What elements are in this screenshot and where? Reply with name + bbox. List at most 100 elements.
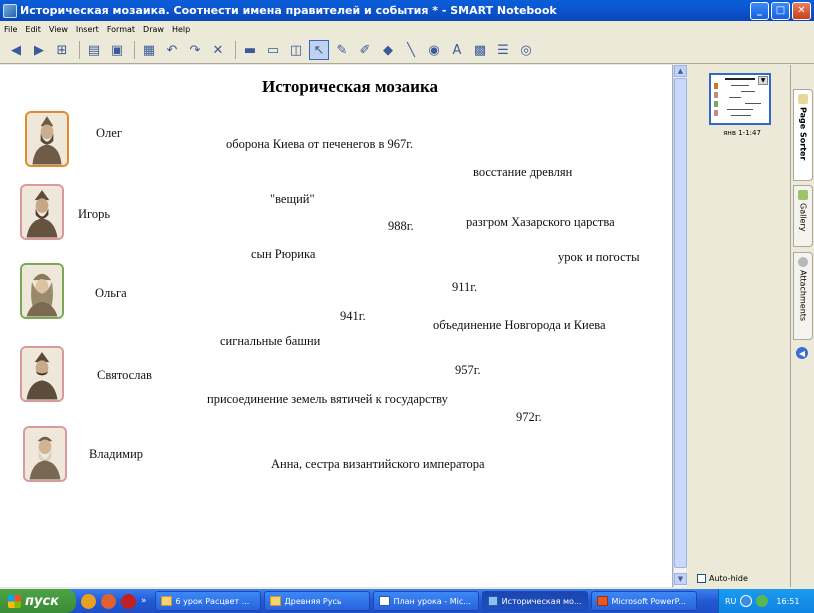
delete-icon[interactable]: ✕ <box>208 40 228 60</box>
slide-canvas[interactable]: Историческая мозаика Олег Игорь Ольга Св… <box>0 65 673 587</box>
fragment-item[interactable]: разгром Хазарского царства <box>466 215 615 230</box>
highlighter-icon[interactable]: ✐ <box>355 40 375 60</box>
portrait-olga[interactable] <box>20 263 64 319</box>
powerpoint-icon <box>596 596 608 606</box>
toolbar-separator <box>134 41 135 59</box>
taskbar-item[interactable]: 6 урок Расцвет ... <box>154 591 261 611</box>
scroll-up-button[interactable]: ▲ <box>674 65 687 77</box>
more-icon[interactable]: ◎ <box>516 40 536 60</box>
windows-logo-icon <box>8 594 21 608</box>
text-icon[interactable]: A <box>447 40 467 60</box>
ruler-name-olga[interactable]: Ольга <box>95 286 127 301</box>
folder-icon <box>160 596 172 606</box>
clock: 16:51 <box>776 596 800 606</box>
taskbar-item[interactable]: План урока - Mic... <box>372 591 479 611</box>
menu-view[interactable]: View <box>49 25 68 34</box>
menu-help[interactable]: Help <box>172 25 190 34</box>
portrait-vladimir[interactable] <box>23 426 67 482</box>
system-tray: RU 16:51 <box>718 589 814 613</box>
quicklaunch-icon[interactable] <box>101 593 116 609</box>
folder-icon <box>269 596 281 606</box>
autohide-toggle[interactable]: Auto-hide <box>697 574 748 583</box>
line-icon[interactable]: ╲ <box>401 40 421 60</box>
tab-label: Gallery <box>798 203 808 232</box>
task-label: 6 урок Расцвет ... <box>175 596 250 606</box>
fragment-item[interactable]: 941г. <box>340 309 366 324</box>
fragment-item[interactable]: восстание древлян <box>473 165 572 180</box>
fragment-item[interactable]: объединение Новгорода и Киева <box>433 318 606 333</box>
screen-shade-icon[interactable]: ▬ <box>240 40 260 60</box>
minimize-button[interactable]: _ <box>750 1 769 20</box>
fragment-item[interactable]: 972г. <box>516 410 542 425</box>
maximize-button[interactable]: □ <box>771 1 790 20</box>
taskbar-item-active[interactable]: Историческая мо... <box>481 591 588 611</box>
fill-icon[interactable]: ◉ <box>424 40 444 60</box>
fragment-item[interactable]: присоединение земель вятичей к государст… <box>207 392 448 407</box>
fragment-item[interactable]: сын Рюрика <box>251 247 315 262</box>
thumbnail-menu-button[interactable]: ▼ <box>758 76 768 85</box>
menu-format[interactable]: Format <box>107 25 135 34</box>
tab-gallery[interactable]: Gallery <box>793 185 813 247</box>
quicklaunch-more-icon[interactable]: » <box>141 596 147 606</box>
menu-draw[interactable]: Draw <box>143 25 164 34</box>
taskbar-item[interactable]: Microsoft PowerP... <box>590 591 697 611</box>
ruler-portrait-icon <box>25 428 65 480</box>
pen-icon[interactable]: ✎ <box>332 40 352 60</box>
back-icon[interactable]: ◀ <box>6 40 26 60</box>
menu-file[interactable]: File <box>4 25 17 34</box>
paste-icon[interactable]: ▦ <box>139 40 159 60</box>
quicklaunch-icon[interactable] <box>81 593 96 609</box>
title-bar[interactable]: Историческая мозаика. Соотнести имена пр… <box>0 0 814 21</box>
task-label: Microsoft PowerP... <box>611 596 686 606</box>
task-label: Историческая мо... <box>501 596 582 606</box>
scroll-down-button[interactable]: ▼ <box>674 573 687 585</box>
thumbnail-label: янв 1-1:47 <box>723 129 761 137</box>
vertical-scrollbar[interactable]: ▲ ▼ <box>673 65 687 587</box>
ruler-name-oleg[interactable]: Олег <box>96 126 122 141</box>
ruler-name-svyatoslav[interactable]: Святослав <box>97 368 152 383</box>
forward-icon[interactable]: ▶ <box>29 40 49 60</box>
menu-edit[interactable]: Edit <box>25 25 41 34</box>
taskbar-item[interactable]: Древняя Русь <box>263 591 370 611</box>
ruler-name-igor[interactable]: Игорь <box>78 207 110 222</box>
collapse-panel-icon[interactable]: ◀ <box>796 347 808 359</box>
select-icon[interactable]: ↖ <box>309 40 329 60</box>
autohide-checkbox[interactable] <box>697 574 706 583</box>
close-button[interactable]: ✕ <box>792 1 811 20</box>
open-icon[interactable]: ▤ <box>84 40 104 60</box>
capture-icon[interactable]: ◫ <box>286 40 306 60</box>
fragment-item[interactable]: "вещий" <box>270 192 315 207</box>
portrait-igor[interactable] <box>20 184 64 240</box>
fragment-item[interactable]: оборона Киева от печенегов в 967г. <box>226 137 413 152</box>
tray-app-icon[interactable] <box>756 595 769 607</box>
start-button[interactable]: пуск <box>0 589 76 613</box>
language-indicator[interactable]: RU <box>725 597 736 606</box>
tab-page-sorter[interactable]: Page Sorter <box>793 89 813 181</box>
fragment-item[interactable]: сигнальные башни <box>220 334 320 349</box>
ruler-name-vladimir[interactable]: Владимир <box>89 447 143 462</box>
save-icon[interactable]: ▣ <box>107 40 127 60</box>
add-page-icon[interactable]: ⊞ <box>52 40 72 60</box>
fragment-item[interactable]: урок и погосты <box>558 250 640 265</box>
undo-icon[interactable]: ↶ <box>162 40 182 60</box>
menu-insert[interactable]: Insert <box>76 25 99 34</box>
fragment-item[interactable]: 911г. <box>452 280 477 295</box>
full-screen-icon[interactable]: ▭ <box>263 40 283 60</box>
redo-icon[interactable]: ↷ <box>185 40 205 60</box>
fragment-item[interactable]: 988г. <box>388 219 414 234</box>
portrait-oleg[interactable] <box>25 111 69 167</box>
network-icon[interactable] <box>740 595 753 607</box>
fragment-item[interactable]: Анна, сестра византийского императора <box>271 457 485 472</box>
scroll-thumb[interactable] <box>674 78 687 568</box>
ruler-portrait-icon <box>22 265 62 317</box>
fragment-item[interactable]: 957г. <box>455 363 481 378</box>
quicklaunch-icon[interactable] <box>121 593 136 609</box>
properties-icon[interactable]: ▩ <box>470 40 490 60</box>
page-thumbnail[interactable]: ▼ <box>709 73 771 125</box>
tab-attachments[interactable]: Attachments <box>793 252 813 340</box>
table-icon[interactable]: ☰ <box>493 40 513 60</box>
ruler-portrait-icon <box>27 113 67 165</box>
page-sorter-panel: ▼ янв 1-1:47 Auto-hide <box>687 65 790 587</box>
eraser-icon[interactable]: ◆ <box>378 40 398 60</box>
portrait-svyatoslav[interactable] <box>20 346 64 402</box>
